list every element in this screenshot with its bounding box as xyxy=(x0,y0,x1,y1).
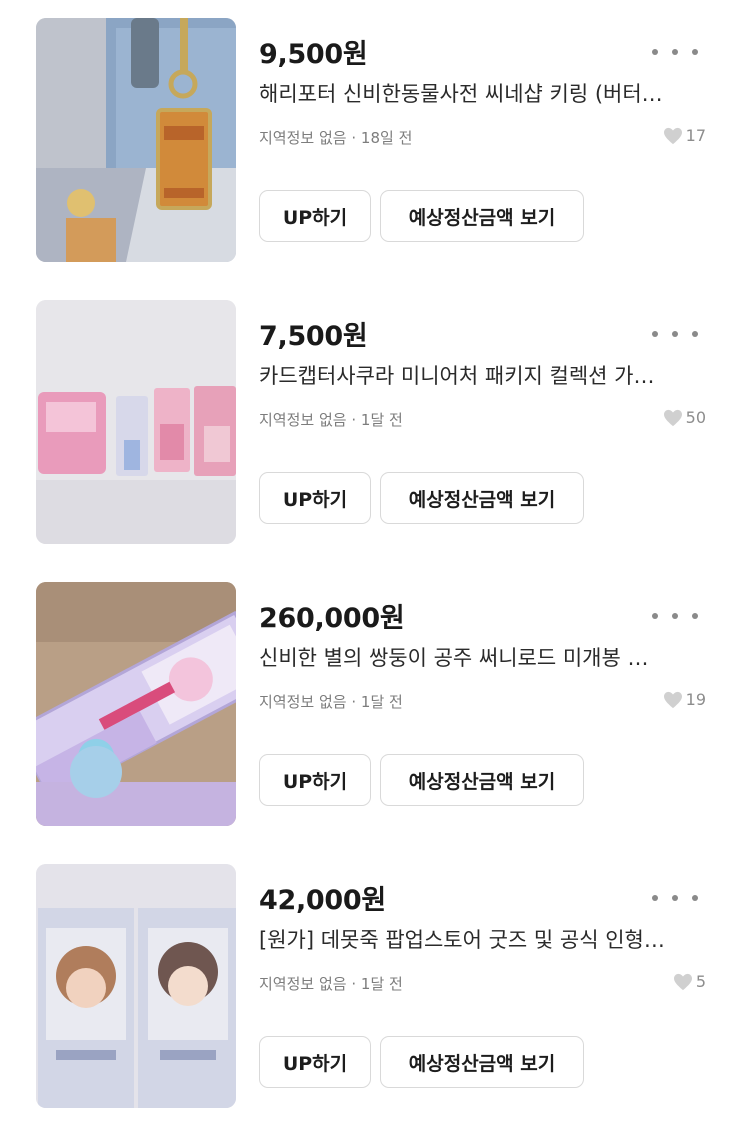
like-count[interactable]: 50 xyxy=(663,408,706,427)
listing-list: 9,500원 해리포터 신비한동물사전 씨네샵 키링 (버터… 지역정보 없음 … xyxy=(0,0,750,1129)
meta-separator: · xyxy=(351,411,357,429)
up-button[interactable]: UP하기 xyxy=(259,472,371,524)
product-thumbnail[interactable] xyxy=(36,582,236,826)
item-title[interactable]: [원가] 데못죽 팝업스토어 굿즈 및 공식 인형… xyxy=(259,924,721,954)
like-count[interactable]: 19 xyxy=(663,690,706,709)
doll-boxes-photo-icon xyxy=(36,864,236,1108)
estimate-settlement-button[interactable]: 예상정산금액 보기 xyxy=(380,1036,584,1088)
item-time: 18일 전 xyxy=(360,129,413,147)
harry-potter-keyring-photo-icon xyxy=(36,18,236,262)
product-thumbnail[interactable] xyxy=(36,864,236,1108)
meta-separator: · xyxy=(351,693,357,711)
up-button[interactable]: UP하기 xyxy=(259,754,371,806)
item-location: 지역정보 없음 xyxy=(259,693,347,711)
product-thumbnail[interactable] xyxy=(36,300,236,544)
list-item[interactable]: 42,000원 [원가] 데못죽 팝업스토어 굿즈 및 공식 인형… 지역정보 … xyxy=(0,864,750,1110)
magic-wand-toy-box-photo-icon xyxy=(36,582,236,826)
cardcaptor-sakura-miniatures-photo-icon xyxy=(36,300,236,544)
item-meta: 지역정보 없음 · 1달 전 xyxy=(259,973,403,994)
list-item[interactable]: 9,500원 해리포터 신비한동물사전 씨네샵 키링 (버터… 지역정보 없음 … xyxy=(0,18,750,264)
estimate-settlement-button[interactable]: 예상정산금액 보기 xyxy=(380,754,584,806)
product-thumbnail[interactable] xyxy=(36,18,236,262)
item-location: 지역정보 없음 xyxy=(259,975,347,993)
list-item[interactable]: 260,000원 신비한 별의 쌍둥이 공주 써니로드 미개봉 … 지역정보 없… xyxy=(0,582,750,828)
more-options-icon[interactable] xyxy=(652,886,698,910)
like-count-value: 17 xyxy=(685,126,706,145)
item-title[interactable]: 신비한 별의 쌍둥이 공주 써니로드 미개봉 … xyxy=(259,642,721,672)
like-count-value: 5 xyxy=(695,972,706,991)
heart-icon xyxy=(663,409,682,426)
item-time: 1달 전 xyxy=(360,693,403,711)
up-button[interactable]: UP하기 xyxy=(259,190,371,242)
item-meta: 지역정보 없음 · 1달 전 xyxy=(259,409,403,430)
item-title[interactable]: 카드캡터사쿠라 미니어처 패키지 컬렉션 가… xyxy=(259,360,721,390)
more-options-icon[interactable] xyxy=(652,604,698,628)
item-price: 42,000원 xyxy=(259,885,386,916)
meta-separator: · xyxy=(351,975,357,993)
heart-icon xyxy=(663,691,682,708)
item-title[interactable]: 해리포터 신비한동물사전 씨네샵 키링 (버터… xyxy=(259,78,721,108)
like-count[interactable]: 17 xyxy=(663,126,706,145)
more-options-icon[interactable] xyxy=(652,40,698,64)
estimate-settlement-button[interactable]: 예상정산금액 보기 xyxy=(380,190,584,242)
item-time: 1달 전 xyxy=(360,975,403,993)
item-time: 1달 전 xyxy=(360,411,403,429)
like-count-value: 50 xyxy=(685,408,706,427)
heart-icon xyxy=(673,973,692,990)
list-item[interactable]: 7,500원 카드캡터사쿠라 미니어처 패키지 컬렉션 가… 지역정보 없음 ·… xyxy=(0,300,750,546)
item-meta: 지역정보 없음 · 1달 전 xyxy=(259,691,403,712)
item-location: 지역정보 없음 xyxy=(259,411,347,429)
item-meta: 지역정보 없음 · 18일 전 xyxy=(259,127,412,148)
item-location: 지역정보 없음 xyxy=(259,129,347,147)
item-price: 260,000원 xyxy=(259,603,405,634)
like-count[interactable]: 5 xyxy=(673,972,706,991)
more-options-icon[interactable] xyxy=(652,322,698,346)
estimate-settlement-button[interactable]: 예상정산금액 보기 xyxy=(380,472,584,524)
item-price: 7,500원 xyxy=(259,321,368,352)
heart-icon xyxy=(663,127,682,144)
like-count-value: 19 xyxy=(685,690,706,709)
meta-separator: · xyxy=(351,129,357,147)
item-price: 9,500원 xyxy=(259,39,368,70)
up-button[interactable]: UP하기 xyxy=(259,1036,371,1088)
